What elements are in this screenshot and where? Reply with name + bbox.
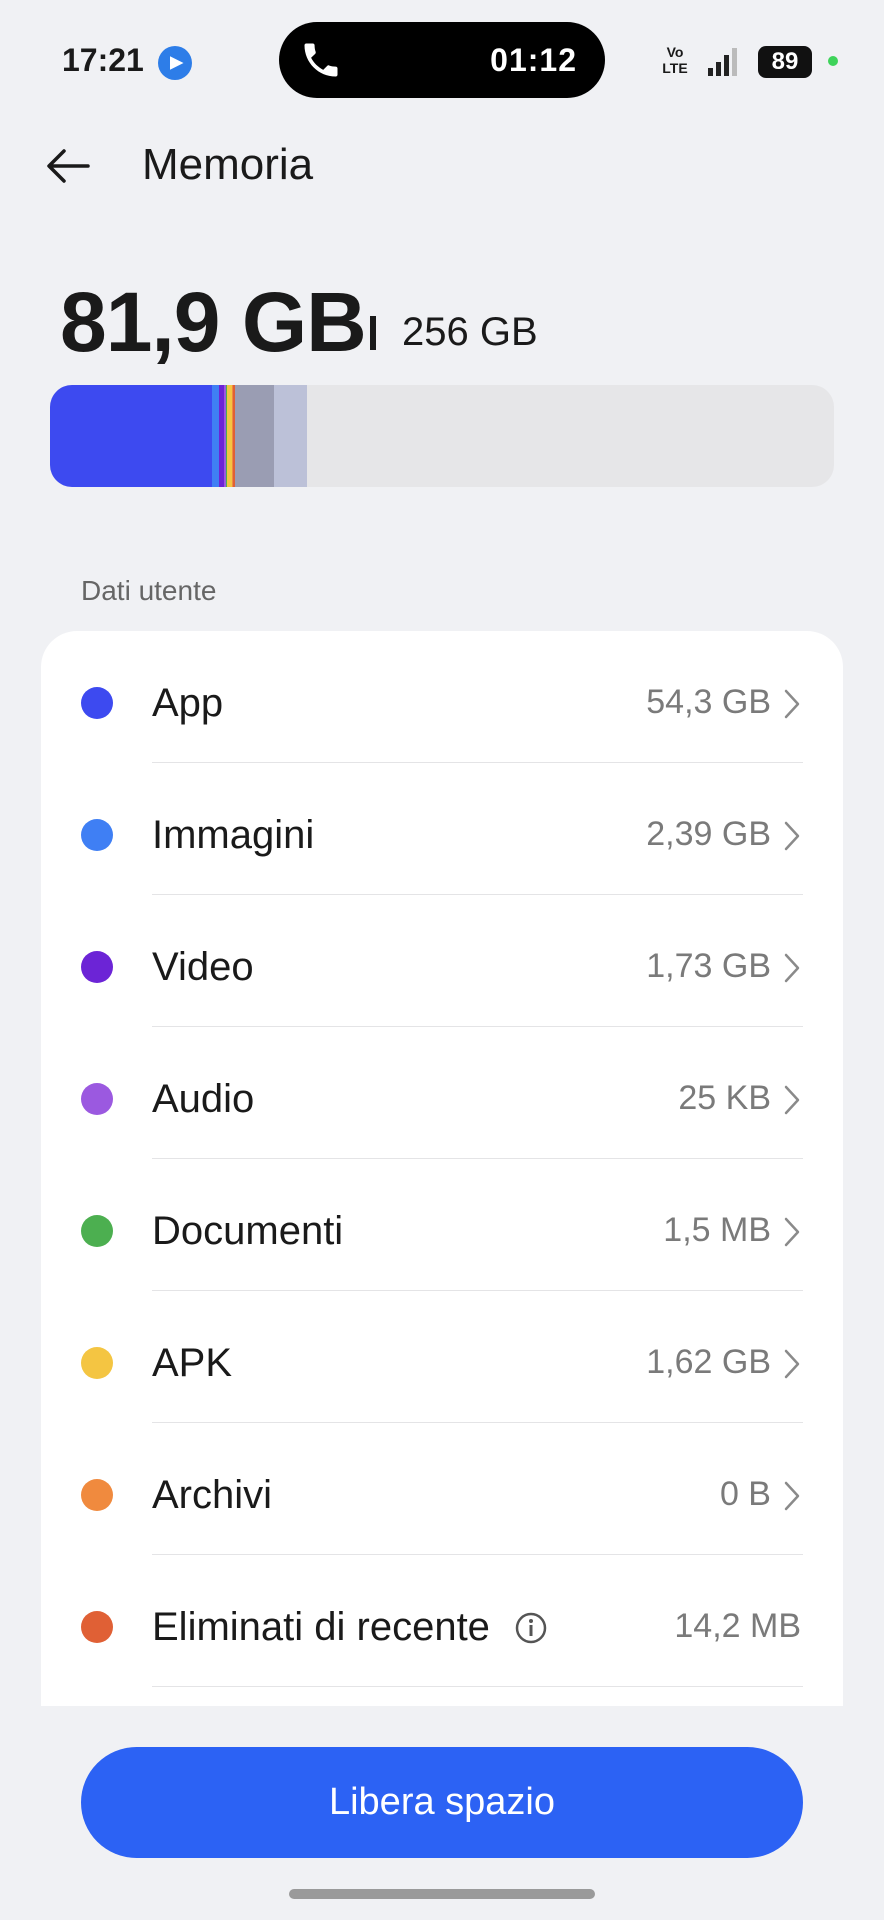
row-divider <box>152 1686 803 1687</box>
used-storage: 81,9 GB <box>60 275 367 369</box>
back-arrow-icon[interactable] <box>40 136 100 196</box>
storage-category-row[interactable]: Documenti 1,5 MB <box>41 1159 843 1291</box>
storage-bar-segment <box>211 385 219 487</box>
category-size: 1,62 GB <box>646 1343 771 1381</box>
category-label: APK <box>152 1341 233 1385</box>
category-color-dot <box>81 819 113 851</box>
free-space-button[interactable]: Libera spazio <box>81 1747 803 1858</box>
category-label: Eliminati di recente <box>152 1605 490 1649</box>
category-color-dot <box>81 1479 113 1511</box>
ongoing-call-pill[interactable]: 01:12 <box>279 22 605 98</box>
storage-bar-segment <box>234 385 275 487</box>
category-color-dot <box>81 1083 113 1115</box>
call-timer: 01:12 <box>490 42 577 78</box>
chevron-right-icon <box>784 1085 800 1115</box>
volte-top: Vo <box>666 44 684 60</box>
storage-category-row[interactable]: APK 1,62 GB <box>41 1291 843 1423</box>
category-size: 1,73 GB <box>646 947 771 985</box>
storage-category-row[interactable]: Immagini 2,39 GB <box>41 763 843 895</box>
storage-category-row[interactable]: Eliminati di recente 14,2 MB <box>41 1555 843 1687</box>
category-label: Immagini <box>152 813 315 857</box>
privacy-indicator-dot <box>828 56 838 66</box>
category-size: 54,3 GB <box>646 683 771 721</box>
storage-category-row[interactable]: Archivi 0 B <box>41 1423 843 1555</box>
home-indicator[interactable] <box>289 1889 595 1899</box>
signal-icon <box>708 48 737 76</box>
category-label: Video <box>152 945 254 989</box>
category-size: 25 KB <box>678 1079 771 1117</box>
storage-category-row[interactable]: Audio 25 KB <box>41 1027 843 1159</box>
category-color-dot <box>81 687 113 719</box>
status-bar: 17:21 01:12 Vo LTE 89 <box>0 0 884 120</box>
category-color-dot <box>81 1347 113 1379</box>
battery-level: 89 <box>771 48 799 75</box>
storage-bar-segment <box>274 385 308 487</box>
total-storage: 256 GB <box>402 310 538 354</box>
phone-icon <box>304 43 338 77</box>
category-label: Audio <box>152 1077 255 1121</box>
section-label: Dati utente <box>81 575 217 606</box>
chevron-right-icon <box>784 1481 800 1511</box>
category-color-dot <box>81 1215 113 1247</box>
storage-category-row[interactable]: Video 1,73 GB <box>41 895 843 1027</box>
user-data-card: App 54,3 GB Immagini 2,39 GB Video 1,73 GB Aud… <box>41 631 843 1706</box>
storage-usage-bar <box>50 385 834 487</box>
category-color-dot <box>81 951 113 983</box>
storage-category-row[interactable]: App 54,3 GB <box>41 631 843 763</box>
category-label: App <box>152 681 224 725</box>
category-color-dot <box>81 1611 113 1643</box>
category-size: 14,2 MB <box>674 1607 801 1645</box>
battery-icon: 89 <box>758 46 812 78</box>
category-label: Documenti <box>152 1209 344 1253</box>
category-size: 0 B <box>719 1475 771 1513</box>
page-title: Memoria <box>142 140 314 189</box>
category-size: 2,39 GB <box>646 815 771 853</box>
chevron-right-icon <box>784 821 800 851</box>
chevron-right-icon <box>784 953 800 983</box>
chevron-right-icon <box>784 1217 800 1247</box>
storage-bar-segment <box>50 385 212 487</box>
status-time: 17:21 <box>62 42 144 78</box>
storage-separator <box>370 316 376 350</box>
category-size: 1,5 MB <box>663 1211 771 1249</box>
info-icon[interactable] <box>514 1611 548 1645</box>
app-notification-icon <box>158 46 192 80</box>
volte-indicator: Vo LTE <box>660 44 690 76</box>
chevron-right-icon <box>784 1349 800 1379</box>
chevron-right-icon <box>784 689 800 719</box>
category-label: Archivi <box>152 1473 273 1517</box>
volte-bottom: LTE <box>662 60 688 76</box>
